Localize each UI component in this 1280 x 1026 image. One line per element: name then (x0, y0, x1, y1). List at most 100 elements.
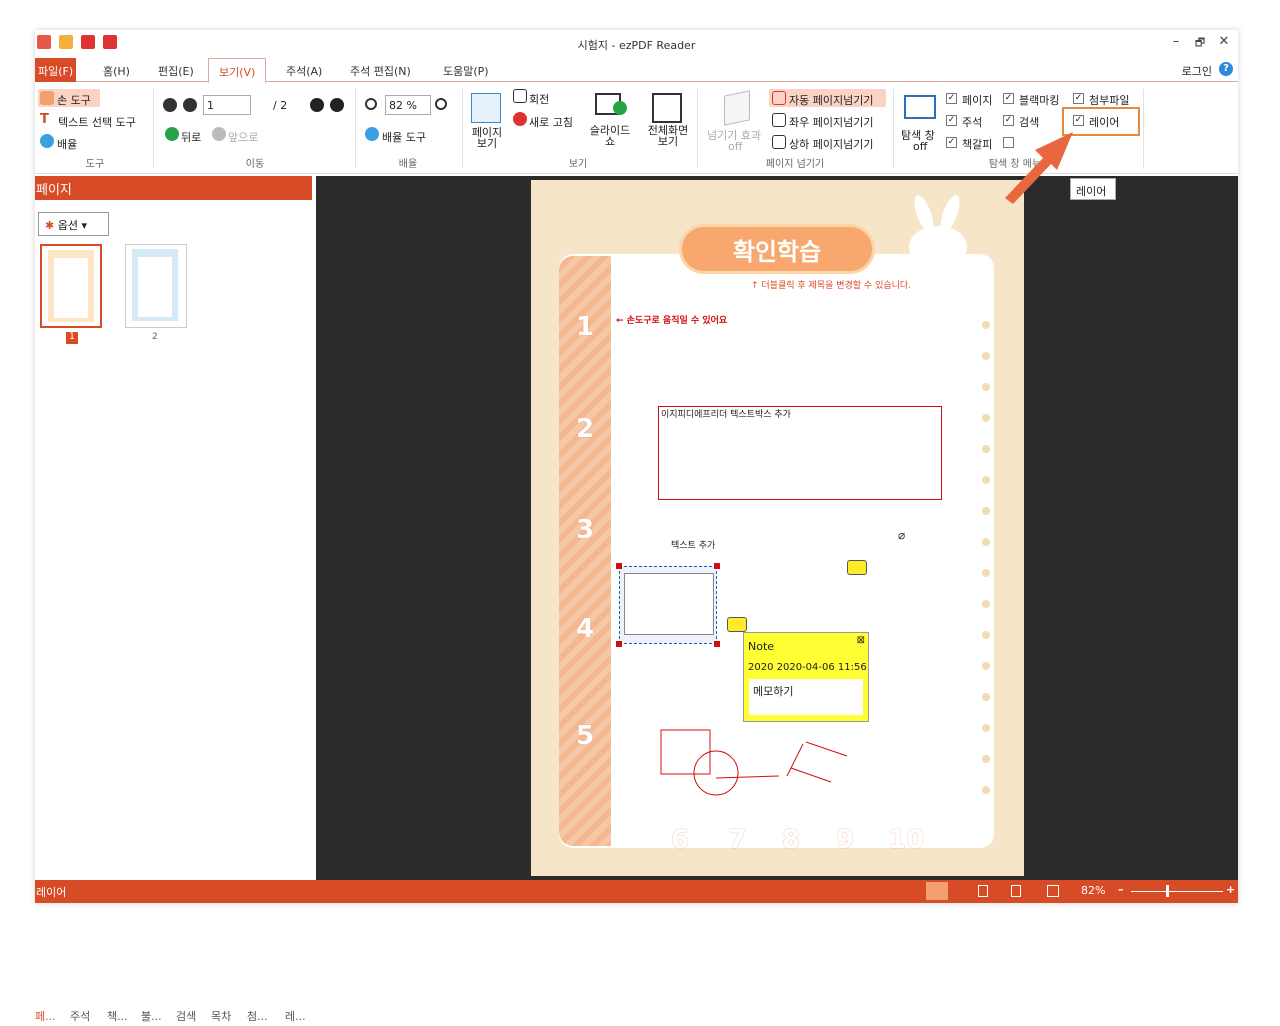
number-7: 7 (728, 825, 747, 855)
attachment-icon[interactable]: ⌀ (898, 528, 905, 542)
zoom-input[interactable]: 82 % (385, 95, 431, 115)
fullscreen-button[interactable]: 전체화면 보기 (644, 125, 692, 147)
zoom-dropdown[interactable]: 배율 (57, 136, 77, 152)
thumb-label-1: 1 (66, 332, 78, 344)
menu-view[interactable]: 보기(V) (208, 58, 267, 83)
image-annotation[interactable] (616, 563, 720, 647)
close-button[interactable]: ✕ (1214, 34, 1234, 49)
cb-page-label: 페이지 (962, 94, 993, 107)
zoom-in-icon[interactable] (435, 98, 447, 110)
tab-bookmark[interactable]: 책... (107, 1008, 128, 1024)
help-icon[interactable]: ? (1219, 62, 1233, 76)
drawing-shapes[interactable] (651, 720, 851, 810)
login-link[interactable]: 로그인 (1182, 63, 1212, 79)
hand-tool-button[interactable]: 손 도구 (57, 92, 91, 108)
prev-page-icon[interactable] (183, 98, 197, 112)
zoom-tool-icon (365, 127, 379, 141)
page-thumbnail-1[interactable] (40, 244, 102, 328)
zoom-slider-thumb[interactable] (1166, 885, 1169, 897)
status-bar: 레이어 82% – + (35, 880, 1238, 903)
refresh-icon (513, 112, 527, 126)
divider (697, 89, 698, 169)
divider (153, 89, 154, 169)
hand-icon (40, 91, 54, 105)
divider (1143, 89, 1144, 169)
cb-annot-checkbox[interactable]: ✓ (946, 115, 957, 126)
number-4: 4 (576, 614, 595, 644)
zoom-minus-button[interactable]: – (1118, 883, 1124, 896)
menu-annot-edit[interactable]: 주석 편집(N) (350, 63, 411, 79)
text-select-tool-button[interactable]: 텍스트 선택 도구 (58, 114, 136, 130)
refresh-button[interactable]: 새로 고침 (529, 114, 573, 130)
grid-view-icon[interactable] (1047, 885, 1059, 897)
number-2: 2 (576, 414, 595, 444)
note-body[interactable]: 메모하기 (749, 679, 863, 715)
divider (355, 89, 356, 169)
first-page-icon[interactable] (163, 98, 177, 112)
tab-pages[interactable]: 페... (35, 1008, 56, 1024)
page-number-input[interactable]: 1 (203, 95, 251, 115)
note-title: Note (748, 640, 775, 653)
page-thumbnail-2[interactable] (125, 244, 187, 328)
zoom-plus-button[interactable]: + (1226, 883, 1235, 896)
note-close-icon[interactable]: ⊠ (857, 635, 865, 646)
last-page-icon[interactable] (330, 98, 344, 112)
options-dropdown[interactable]: ✱ 옵션 ▾ (38, 212, 109, 236)
pointer-arrow-icon (1005, 132, 1073, 204)
divider (462, 89, 463, 169)
number-6: 6 (671, 825, 690, 855)
note-date: 2020 2020-04-06 11:56 (748, 662, 867, 673)
zoom-tool-button[interactable]: 배율 도구 (382, 129, 426, 145)
sidebar-title: 페이지 (35, 176, 312, 200)
back-button[interactable]: 뒤로 (181, 129, 201, 145)
title-hint: ↑ 더블클릭 후 제목을 변경할 수 있습니다. (751, 281, 912, 291)
comment-icon[interactable] (847, 560, 867, 575)
ring-hole (982, 321, 990, 329)
ring-hole (982, 507, 990, 515)
lr-turn-button[interactable]: 좌우 페이지넘기기 (789, 114, 873, 130)
tab-attach[interactable]: 첨... (247, 1008, 268, 1024)
tab-blackmark[interactable]: 불... (141, 1008, 162, 1024)
group-label-tools: 도구 (85, 159, 105, 170)
auto-turn-button[interactable]: 자동 페이지넘기기 (789, 92, 873, 108)
decorative-stripe (559, 256, 611, 846)
cb-page-checkbox[interactable]: ✓ (946, 93, 957, 104)
scroll-view-icon[interactable] (1011, 885, 1021, 897)
nav-window-state: off (913, 140, 928, 153)
restore-button[interactable]: 🗗 (1190, 34, 1210, 53)
page-header[interactable]: 확인학습 (691, 232, 863, 267)
cb-attach-checkbox[interactable]: ✓ (1073, 93, 1084, 104)
forward-icon (212, 127, 226, 141)
menu-help[interactable]: 도움말(P) (443, 63, 489, 79)
tab-layer[interactable]: 레... (285, 1008, 306, 1024)
zoom-slider[interactable] (1131, 891, 1223, 892)
next-page-icon[interactable] (310, 98, 324, 112)
menu-file[interactable]: 파일(F) (35, 58, 77, 82)
comment-icon[interactable] (727, 617, 747, 632)
cb-blackmark-checkbox[interactable]: ✓ (1003, 93, 1014, 104)
tab-search[interactable]: 검색 (176, 1008, 196, 1024)
cb-bookmark-checkbox[interactable]: ✓ (946, 137, 957, 148)
menu-edit[interactable]: 편집(E) (158, 63, 194, 79)
document-viewer[interactable]: 확인학습 ↑ 더블클릭 후 제목을 변경할 수 있습니다. ← 손도구로 움직일… (316, 176, 1238, 880)
group-label-view: 보기 (568, 159, 588, 170)
rotate-button[interactable]: 회전 (529, 91, 549, 107)
tab-toc[interactable]: 목차 (211, 1008, 231, 1024)
tab-annot[interactable]: 주석 (70, 1008, 90, 1024)
menu-annot[interactable]: 주석(A) (286, 63, 322, 79)
single-page-view-icon[interactable] (926, 882, 948, 900)
text-annotation[interactable]: 텍스트 추가 (671, 538, 715, 551)
menu-home[interactable]: 홈(H) (103, 63, 130, 79)
forward-button[interactable]: 앞으로 (228, 129, 258, 145)
cb-layer-label: 레이어 (1089, 116, 1120, 129)
two-page-view-icon[interactable] (978, 885, 988, 897)
ud-turn-button[interactable]: 상하 페이지넘기기 (789, 136, 873, 152)
zoom-out-icon[interactable] (365, 98, 377, 110)
rotate-icon (513, 89, 527, 103)
hand-tool-hint: ← 손도구로 움직일 수 있어요 (616, 316, 728, 326)
note-popup[interactable]: ⊠ Note 2020 2020-04-06 11:56 메모하기 (743, 632, 869, 722)
slideshow-button[interactable]: 슬라이드 쇼 (588, 125, 632, 147)
page-view-button[interactable]: 페이지 보기 (469, 127, 505, 149)
textbox-annotation[interactable]: 이지피디에프리더 텍스트박스 추가 (658, 406, 942, 500)
minimize-button[interactable]: – (1166, 34, 1186, 49)
